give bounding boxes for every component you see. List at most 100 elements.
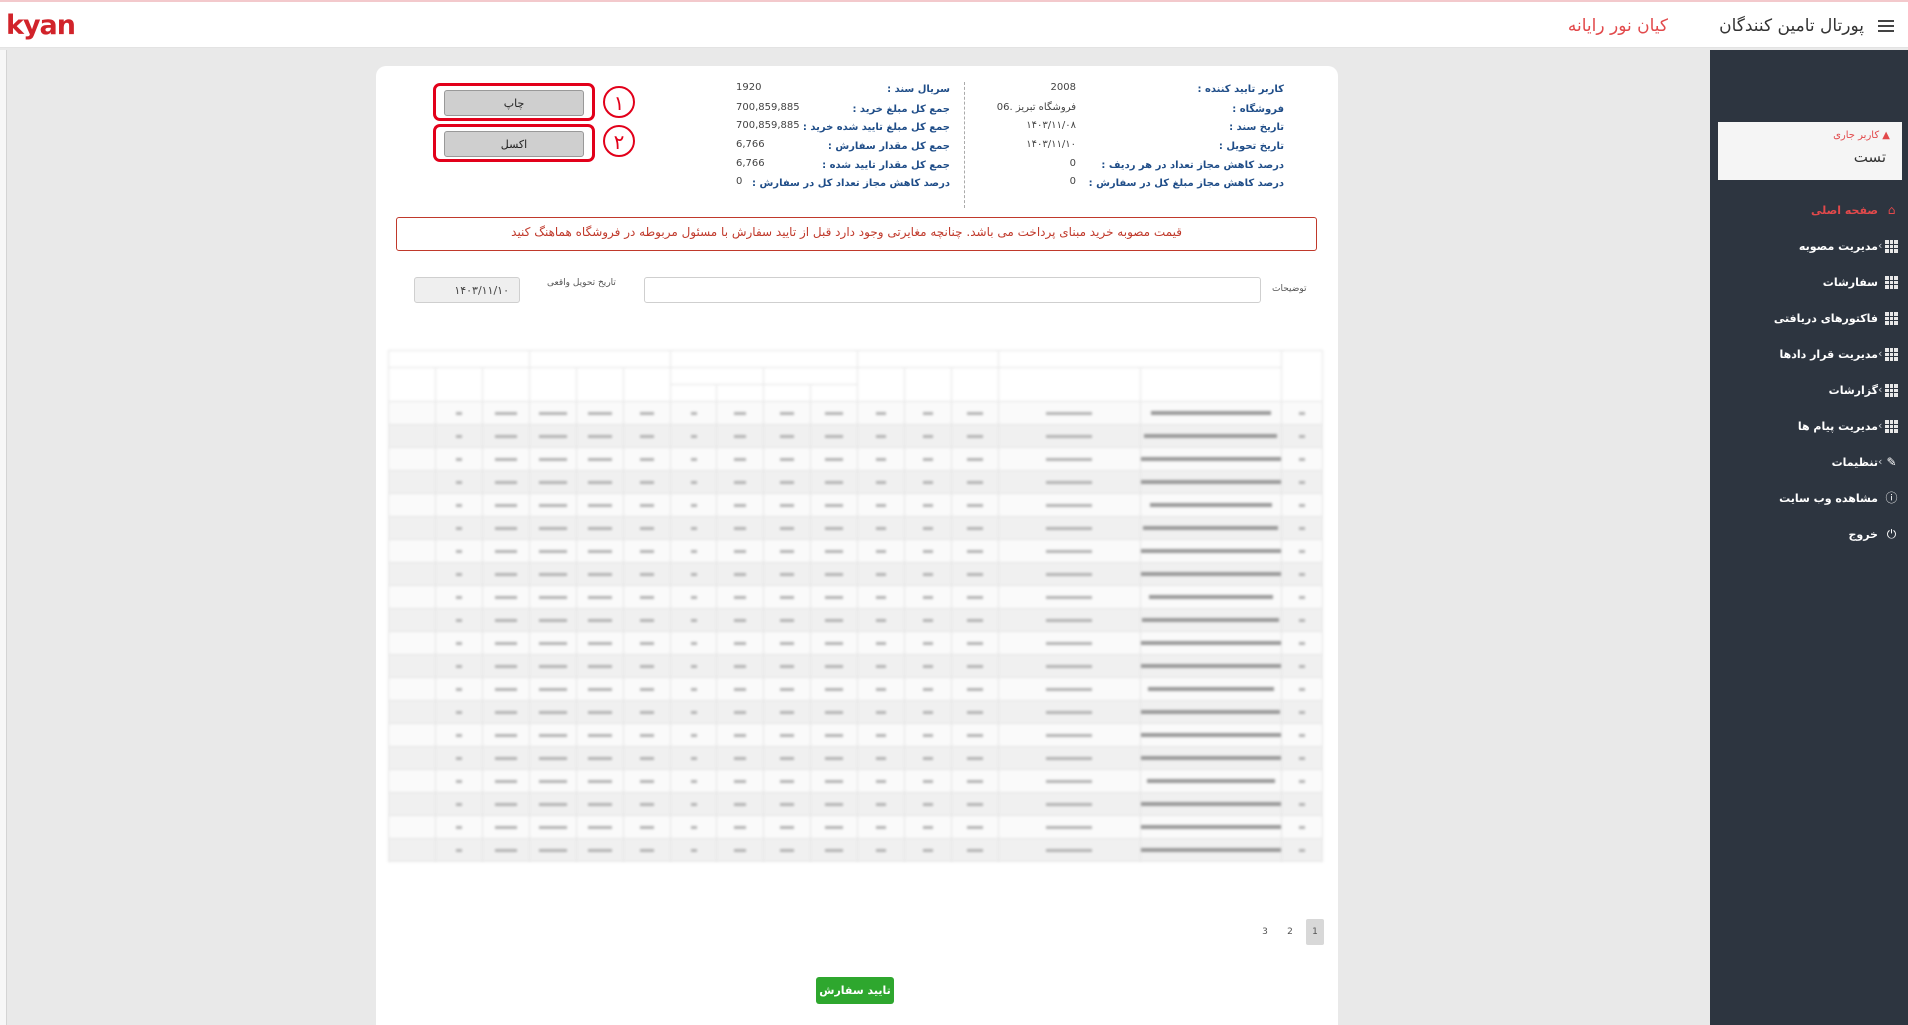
table-row (388, 447, 1323, 471)
chevron-left-icon: ‹ (1878, 347, 1883, 360)
sidebar-item-9[interactable]: ⏻ خروج (1710, 522, 1908, 550)
sidebar-item-label: سفارشات (1822, 276, 1878, 289)
user-icon: ▲ (1882, 130, 1890, 141)
chevron-left-icon: ‹ (1878, 239, 1883, 252)
info-value: 0 (736, 176, 743, 187)
col-unit-group (857, 350, 999, 368)
order-details-card: کاربر تایید کننده : 2008 فروشگاه : 06. فروش… (376, 66, 1338, 1025)
sidebar-item-0[interactable]: ⌂ صفحه اصلی (1710, 198, 1908, 226)
info-label: تاریخ تحویل : (1218, 141, 1284, 152)
info-label: کاربر تایید کننده : (1197, 84, 1284, 95)
sidebar-item-label: خروج (1848, 528, 1878, 541)
annotation-number-1: ۱ (603, 86, 635, 118)
table-row (388, 631, 1323, 655)
chevron-left-icon: ‹ (1878, 419, 1883, 432)
info-value: ۱۴۰۳/۱۱/۰۸ (1026, 120, 1076, 131)
annotation-number-2: ۲ (603, 125, 635, 157)
info-label: فروشگاه : (1232, 104, 1284, 115)
info-value: 06. فروشگاه تبریز (996, 102, 1076, 113)
grid-icon (1885, 312, 1898, 325)
page-button-1[interactable]: 1 (1306, 919, 1324, 945)
col-qty-group (669, 350, 859, 368)
company-name: کیان نور رایانه (1567, 16, 1668, 36)
order-items-table (388, 350, 1323, 976)
current-user-label: ▲ کاربر جاری (1833, 130, 1890, 141)
info-label: جمع کل مبلغ خرید : (852, 104, 950, 115)
sidebar-item-7[interactable]: ✎ تنظیمات ‹ (1710, 450, 1908, 478)
table-row (388, 516, 1323, 540)
info-label: جمع کل مقدار تایید شده : (822, 160, 950, 171)
info-value: 700,859,885 (736, 102, 800, 113)
top-bar: kyan پورتال تامین کنندگان کیان نور رایان… (0, 0, 1908, 48)
table-row (388, 470, 1323, 494)
price-alert: قیمت مصوبه خرید مبنای پرداخت می باشد. چن… (396, 217, 1317, 251)
portal-title: پورتال تامین کنندگان (1719, 16, 1864, 36)
sidebar: ▲ کاربر جاری تست ⌂ صفحه اصلی مدیریت مصوبه ‹… (1710, 50, 1908, 1025)
sidebar-item-8[interactable]: ⓘ مشاهده وب سایت (1710, 486, 1908, 514)
table-row (388, 723, 1323, 747)
price-alert-text: قیمت مصوبه خرید مبنای پرداخت می باشد. چن… (511, 225, 1182, 239)
notes-input[interactable] (644, 277, 1261, 303)
info-icon: ⓘ (1885, 491, 1898, 505)
confirm-order-button[interactable]: تایید سفارش (816, 977, 894, 1004)
grid-icon (1885, 240, 1898, 253)
chevron-left-icon: ‹ (1878, 383, 1883, 396)
table-row (388, 746, 1323, 770)
sidebar-item-label: فاکتورهای دریافتی (1773, 312, 1878, 325)
info-value: 0 (1069, 176, 1076, 187)
kyan-logo[interactable]: kyan (6, 10, 76, 41)
col-final-group (388, 350, 530, 368)
home-icon: ⌂ (1887, 203, 1896, 217)
current-user-name: تست (1853, 148, 1886, 166)
info-label: تاریخ سند : (1229, 122, 1284, 133)
sidebar-item-label: مدیریت پیام ها (1797, 420, 1878, 433)
sidebar-item-4[interactable]: مدیریت قرار دادها ‹ (1710, 342, 1908, 370)
table-row (388, 815, 1323, 839)
grid-icon (1885, 420, 1898, 433)
left-edge (0, 50, 7, 1025)
edit-icon: ✎ (1886, 455, 1897, 469)
page-button-2[interactable]: 2 (1281, 919, 1299, 945)
grid-icon (1885, 276, 1898, 289)
info-label: جمع کل مبلغ تایید شده خرید : (802, 122, 950, 133)
sidebar-item-2[interactable]: سفارشات (1710, 270, 1908, 298)
table-row (388, 792, 1323, 816)
sidebar-item-3[interactable]: فاکتورهای دریافتی (1710, 306, 1908, 334)
sidebar-item-5[interactable]: گزارشات ‹ (1710, 378, 1908, 406)
info-label: درصد کاهش مجاز مبلغ کل در سفارش : (1088, 178, 1284, 189)
info-value: 1920 (736, 82, 762, 93)
power-icon: ⏻ (1886, 527, 1897, 541)
print-highlight-box (433, 83, 595, 121)
table-row (388, 493, 1323, 517)
chevron-left-icon: ‹ (1878, 455, 1883, 468)
sidebar-item-label: مدیریت قرار دادها (1779, 348, 1878, 361)
info-value: ۱۴۰۳/۱۱/۱۰ (1026, 139, 1076, 150)
sidebar-item-label: صفحه اصلی (1811, 204, 1878, 217)
grid-icon (1885, 384, 1898, 397)
hamburger-menu-icon[interactable] (1878, 20, 1894, 32)
table-row (388, 585, 1323, 609)
grid-icon (1885, 348, 1898, 361)
info-label: درصد کاهش مجاز تعداد در هر ردیف : (1101, 160, 1284, 171)
info-value: 6,766 (736, 158, 765, 169)
info-label: سریال سند : (887, 84, 950, 95)
table-row (388, 654, 1323, 678)
info-value: 0 (1069, 158, 1076, 169)
table-row (388, 424, 1323, 448)
info-divider (964, 82, 965, 208)
delivery-date-field: ۱۴۰۳/۱۱/۱۰ (414, 277, 520, 303)
sidebar-item-label: مشاهده وب سایت (1779, 492, 1878, 505)
delivery-date-label: تاریخ تحویل واقعی (547, 278, 616, 288)
table-row (388, 539, 1323, 563)
col-product-group (998, 350, 1282, 368)
info-value: 700,859,885 (736, 120, 800, 131)
sidebar-item-6[interactable]: مدیریت پیام ها ‹ (1710, 414, 1908, 442)
sidebar-item-1[interactable]: مدیریت مصوبه ‹ (1710, 234, 1908, 262)
col-row (1281, 350, 1323, 402)
table-row (388, 608, 1323, 632)
info-label: درصد کاهش مجاز تعداد کل در سفارش : (752, 178, 950, 189)
page-button-3[interactable]: 3 (1256, 919, 1274, 945)
info-value: 2008 (1050, 82, 1076, 93)
sidebar-item-label: گزارشات (1828, 384, 1878, 397)
sidebar-item-label: مدیریت مصوبه (1798, 240, 1878, 253)
